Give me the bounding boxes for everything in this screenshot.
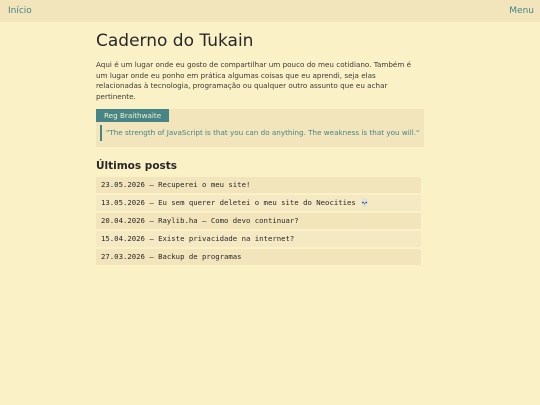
quote-author-tag: Reg Braithwaite bbox=[96, 109, 170, 122]
top-nav-bar: Início Menu bbox=[0, 0, 540, 22]
post-link[interactable]: 23.05.2026 – Recuperei o meu site! bbox=[96, 177, 421, 193]
page-title: Caderno do Tukain bbox=[96, 31, 254, 51]
nav-menu-link[interactable]: Menu bbox=[509, 6, 534, 17]
quote-text: "The strength of JavaScript is that you … bbox=[106, 128, 420, 137]
latest-posts-heading: Últimos posts bbox=[96, 160, 178, 172]
post-link[interactable]: 13.05.2026 – Eu sem querer deletei o meu… bbox=[96, 195, 421, 211]
posts-list: 23.05.2026 – Recuperei o meu site! 13.05… bbox=[96, 177, 421, 265]
nav-home-link[interactable]: Início bbox=[8, 6, 32, 17]
post-link[interactable]: 15.04.2026 – Existe privacidade na inter… bbox=[96, 231, 421, 247]
post-link[interactable]: 20.04.2026 – Raylib.ha – Como devo conti… bbox=[96, 213, 421, 229]
quote-accent-bar bbox=[100, 125, 102, 141]
main-content: Caderno do Tukain Aqui é um lugar onde e… bbox=[96, 30, 424, 267]
quote-block: Reg Braithwaite "The strength of JavaScr… bbox=[96, 109, 424, 147]
intro-paragraph: Aqui é um lugar onde eu gosto de compart… bbox=[96, 60, 412, 101]
post-link[interactable]: 27.03.2026 – Backup de programas bbox=[96, 249, 421, 265]
